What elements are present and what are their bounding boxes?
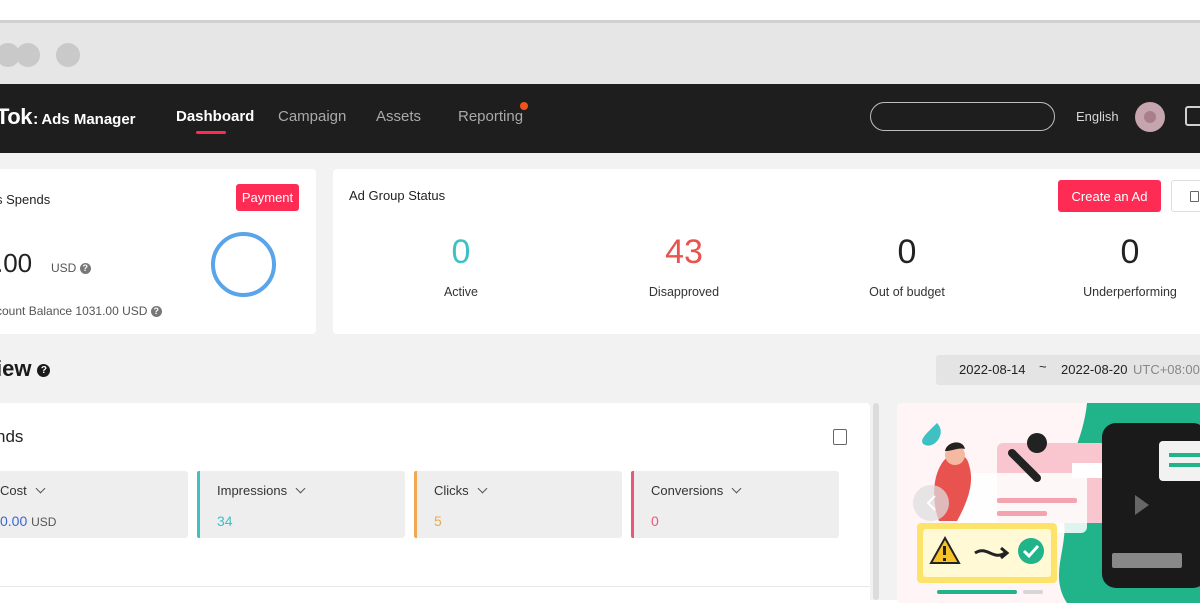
document-icon <box>1190 191 1199 202</box>
status-underperforming-value[interactable]: 0 <box>1050 233 1200 272</box>
language-selector[interactable]: English <box>1076 109 1119 124</box>
chevron-down-icon[interactable] <box>477 483 488 494</box>
date-end: 2022-08-20 <box>1061 362 1128 377</box>
status-out-of-budget-value[interactable]: 0 <box>827 233 987 272</box>
promo-banner[interactable] <box>897 403 1200 603</box>
avatar[interactable] <box>1135 102 1165 132</box>
brand-logo[interactable]: Tok : Ads Manager <box>0 104 136 130</box>
metric-cost[interactable]: Cost 0.00 USD <box>0 471 188 538</box>
status-disapproved-label: Disapproved <box>648 285 720 299</box>
metric-cost-value: 0.00 <box>0 513 28 529</box>
metric-conversions[interactable]: Conversions 0 <box>631 471 839 538</box>
metric-conversions-label-text: Conversions <box>651 483 724 498</box>
date-range-picker[interactable]: 2022-08-14 ~ 2022-08-20 UTC+08:00 <box>936 355 1200 385</box>
chevron-down-icon[interactable] <box>35 483 46 494</box>
overview-title: iew? <box>0 356 51 382</box>
status-disapproved-value[interactable]: 43 <box>604 233 764 272</box>
metric-cost-label: Cost <box>0 483 46 498</box>
nav-active-indicator <box>196 131 226 134</box>
window-minimize-button[interactable] <box>16 43 40 67</box>
account-balance-text: count Balance 1031.00 USD <box>0 304 148 318</box>
spend-ring-chart <box>211 232 276 297</box>
nav-campaign[interactable]: Campaign <box>278 108 346 125</box>
metric-clicks-label-text: Clicks <box>434 483 469 498</box>
help-icon[interactable]: ? <box>79 263 91 275</box>
spends-title: s Spends <box>0 192 51 207</box>
metric-cost-label-text: Cost <box>0 483 27 498</box>
chevron-down-icon[interactable] <box>731 483 742 494</box>
trends-title: nds <box>0 427 24 446</box>
metric-impressions[interactable]: Impressions 34 <box>197 471 405 538</box>
overview-title-text: iew <box>0 356 32 381</box>
brand-subtitle: Ads Manager <box>41 111 136 128</box>
reporting-notification-dot <box>520 102 528 110</box>
date-start: 2022-08-14 <box>959 362 1026 377</box>
ad-group-status-title: Ad Group Status <box>349 188 446 203</box>
status-active-label: Active <box>443 285 479 299</box>
overview-help-icon[interactable]: ? <box>37 363 51 377</box>
page-top-margin <box>0 0 1200 20</box>
promo-illustration <box>913 403 1200 603</box>
create-ad-button[interactable]: Create an Ad <box>1058 180 1161 212</box>
timezone: UTC+08:00 <box>1133 362 1200 377</box>
date-separator: ~ <box>1039 359 1047 374</box>
status-underperforming-label: Underperforming <box>1083 285 1177 299</box>
brand-colon: : <box>32 111 39 128</box>
metric-clicks-value: 5 <box>434 513 442 529</box>
balance-help-icon[interactable]: ? <box>150 306 162 318</box>
avatar-face <box>1144 111 1156 123</box>
nav-reporting[interactable]: Reporting <box>458 108 523 125</box>
metric-impressions-value: 34 <box>217 513 233 529</box>
briefcase-icon[interactable] <box>1185 106 1200 126</box>
metric-clicks[interactable]: Clicks 5 <box>414 471 622 538</box>
metric-clicks-color-bar <box>414 471 417 538</box>
search-input[interactable] <box>870 102 1055 131</box>
metric-conversions-color-bar <box>631 471 634 538</box>
spend-amount: .00 <box>0 248 33 278</box>
metric-cost-value-wrap: 0.00 USD <box>0 513 56 529</box>
account-balance: count Balance 1031.00 USD ? <box>0 304 162 318</box>
metric-clicks-label: Clicks <box>434 483 488 498</box>
metric-impressions-color-bar <box>197 471 200 538</box>
scrollbar[interactable] <box>873 403 879 600</box>
window-maximize-button[interactable] <box>56 43 80 67</box>
status-out-of-budget-label: Out of budget <box>869 285 945 299</box>
spend-currency-label: USD <box>51 261 77 275</box>
browser-window-chrome <box>0 20 1200 84</box>
brand-name: Tok <box>0 104 32 129</box>
nav-dashboard[interactable]: Dashboard <box>176 108 254 125</box>
trends-divider <box>0 586 870 587</box>
payment-button[interactable]: Payment <box>236 184 299 211</box>
metric-conversions-label: Conversions <box>651 483 742 498</box>
spend-currency: USD ? <box>51 261 91 275</box>
more-actions-button[interactable] <box>1171 180 1200 212</box>
metric-cost-unit: USD <box>31 515 57 529</box>
export-icon[interactable] <box>833 429 847 445</box>
status-active-value[interactable]: 0 <box>381 233 541 272</box>
metric-conversions-value: 0 <box>651 513 659 529</box>
chevron-down-icon[interactable] <box>295 483 306 494</box>
metric-impressions-label-text: Impressions <box>217 483 288 498</box>
nav-assets[interactable]: Assets <box>376 108 421 125</box>
metric-impressions-label: Impressions <box>217 483 306 498</box>
